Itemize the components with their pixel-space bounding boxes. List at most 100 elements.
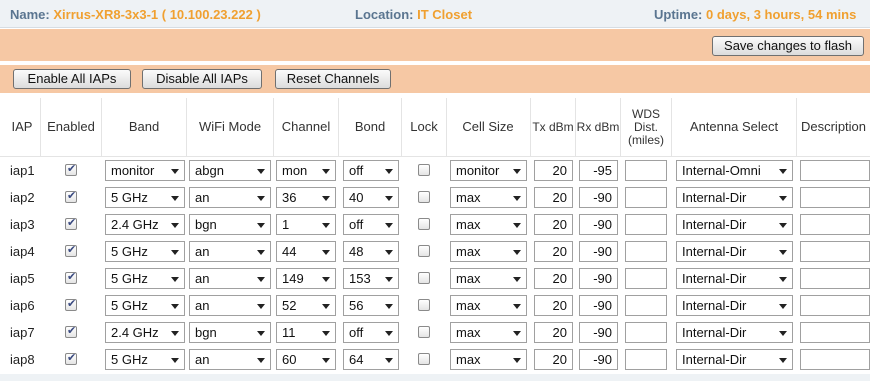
rx-threshold-field[interactable]: -95 [579, 160, 618, 181]
wds-distance-field[interactable] [625, 241, 667, 262]
wifi-mode-select[interactable]: bgn [189, 214, 271, 235]
cell-size-select[interactable]: max [450, 187, 527, 208]
wifi-mode-select[interactable]: an [189, 295, 271, 316]
save-to-flash-button[interactable]: Save changes to flash [712, 36, 864, 56]
wifi-mode-select[interactable]: an [189, 187, 271, 208]
band-select[interactable]: 5 GHz [105, 295, 185, 316]
cell-size-select[interactable]: max [450, 268, 527, 289]
band-select[interactable]: 2.4 GHz [105, 214, 185, 235]
rx-threshold-field[interactable]: -90 [579, 241, 618, 262]
band-select[interactable]: 2.4 GHz [105, 322, 185, 343]
rx-threshold-field[interactable]: -90 [579, 322, 618, 343]
lock-checkbox[interactable] [418, 164, 430, 176]
bond-select[interactable]: 40 [343, 187, 399, 208]
reset-channels-button[interactable]: Reset Channels [275, 69, 391, 89]
tx-power-field[interactable]: 20 [534, 322, 573, 343]
channel-select[interactable]: 52 [276, 295, 336, 316]
enabled-checkbox[interactable] [65, 162, 77, 176]
lock-checkbox[interactable] [418, 299, 430, 311]
antenna-select[interactable]: Internal-Dir [676, 349, 793, 370]
tx-power-field[interactable]: 20 [534, 295, 573, 316]
rx-threshold-field[interactable]: -90 [579, 349, 618, 370]
channel-select[interactable]: 149 [276, 268, 336, 289]
description-field[interactable] [800, 241, 870, 262]
wds-distance-field[interactable] [625, 349, 667, 370]
antenna-select[interactable]: Internal-Dir [676, 322, 793, 343]
description-field[interactable] [800, 268, 870, 289]
channel-select[interactable]: 1 [276, 214, 336, 235]
wds-distance-field[interactable] [625, 322, 667, 343]
cell-size-select[interactable]: max [450, 241, 527, 262]
lock-checkbox[interactable] [418, 353, 430, 365]
antenna-select[interactable]: Internal-Dir [676, 268, 793, 289]
bond-select[interactable]: 56 [343, 295, 399, 316]
lock-checkbox[interactable] [418, 191, 430, 203]
wifi-mode-select[interactable]: abgn [189, 160, 271, 181]
channel-select[interactable]: 44 [276, 241, 336, 262]
bond-select[interactable]: 153 [343, 268, 399, 289]
bond-select[interactable]: 48 [343, 241, 399, 262]
lock-checkbox[interactable] [418, 218, 430, 230]
lock-checkbox[interactable] [418, 326, 430, 338]
description-field[interactable] [800, 160, 870, 181]
tx-power-field[interactable]: 20 [534, 160, 573, 181]
bond-select[interactable]: 64 [343, 349, 399, 370]
enabled-checkbox[interactable] [65, 189, 77, 203]
channel-select[interactable]: 11 [276, 322, 336, 343]
wds-distance-field[interactable] [625, 214, 667, 235]
band-select[interactable]: 5 GHz [105, 349, 185, 370]
cell-size-select[interactable]: monitor [450, 160, 527, 181]
band-select[interactable]: 5 GHz [105, 268, 185, 289]
enabled-checkbox[interactable] [65, 216, 77, 230]
lock-checkbox[interactable] [418, 272, 430, 284]
wifi-mode-select[interactable]: an [189, 349, 271, 370]
tx-power-field[interactable]: 20 [534, 214, 573, 235]
wifi-mode-select[interactable]: an [189, 241, 271, 262]
wifi-mode-select[interactable]: bgn [189, 322, 271, 343]
tx-power-field[interactable]: 20 [534, 187, 573, 208]
antenna-select[interactable]: Internal-Dir [676, 214, 793, 235]
wds-distance-field[interactable] [625, 187, 667, 208]
band-select[interactable]: 5 GHz [105, 187, 185, 208]
cell-size-select[interactable]: max [450, 295, 527, 316]
cell-size-select[interactable]: max [450, 214, 527, 235]
description-field[interactable] [800, 322, 870, 343]
channel-select[interactable]: 36 [276, 187, 336, 208]
disable-all-iaps-button[interactable]: Disable All IAPs [142, 69, 262, 89]
antenna-select[interactable]: Internal-Dir [676, 241, 793, 262]
enabled-checkbox[interactable] [65, 297, 77, 311]
cell-size-select[interactable]: max [450, 349, 527, 370]
bond-select[interactable]: off [343, 160, 399, 181]
rx-threshold-field[interactable]: -90 [579, 268, 618, 289]
enable-all-iaps-button[interactable]: Enable All IAPs [13, 69, 131, 89]
wds-distance-field[interactable] [625, 268, 667, 289]
description-field[interactable] [800, 214, 870, 235]
rx-threshold-field[interactable]: -90 [579, 295, 618, 316]
channel-select[interactable]: 60 [276, 349, 336, 370]
description-field[interactable] [800, 349, 870, 370]
cell-size-select[interactable]: max [450, 322, 527, 343]
description-field[interactable] [800, 187, 870, 208]
antenna-select[interactable]: Internal-Dir [676, 295, 793, 316]
enabled-checkbox[interactable] [65, 243, 77, 257]
rx-threshold-field[interactable]: -90 [579, 187, 618, 208]
band-select[interactable]: monitor [105, 160, 185, 181]
tx-power-field[interactable]: 20 [534, 268, 573, 289]
wds-distance-field[interactable] [625, 295, 667, 316]
wds-distance-field[interactable] [625, 160, 667, 181]
tx-power-field[interactable]: 20 [534, 349, 573, 370]
description-field[interactable] [800, 295, 870, 316]
enabled-checkbox[interactable] [65, 270, 77, 284]
enabled-checkbox[interactable] [65, 351, 77, 365]
tx-power-field[interactable]: 20 [534, 241, 573, 262]
antenna-select[interactable]: Internal-Omni [676, 160, 793, 181]
antenna-select[interactable]: Internal-Dir [676, 187, 793, 208]
wifi-mode-select[interactable]: an [189, 268, 271, 289]
band-select[interactable]: 5 GHz [105, 241, 185, 262]
enabled-checkbox[interactable] [65, 324, 77, 338]
bond-select[interactable]: off [343, 214, 399, 235]
bond-select[interactable]: off [343, 322, 399, 343]
channel-select[interactable]: mon [276, 160, 336, 181]
lock-checkbox[interactable] [418, 245, 430, 257]
rx-threshold-field[interactable]: -90 [579, 214, 618, 235]
